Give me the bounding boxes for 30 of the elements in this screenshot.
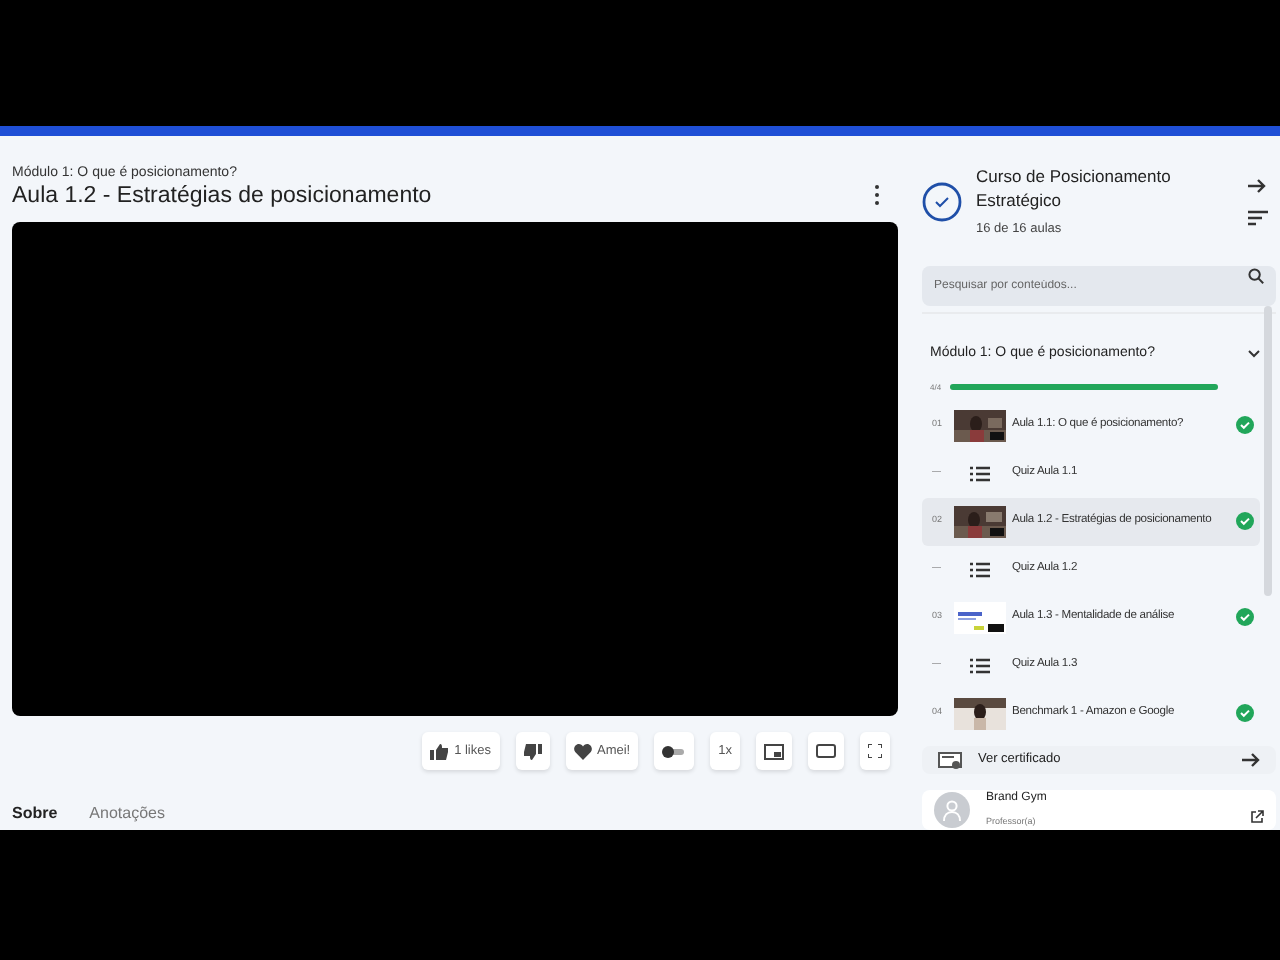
theater-mode-button[interactable] — [808, 732, 844, 770]
lesson-title: Aula 1.2 - Estratégias de posicionamento — [12, 182, 432, 210]
tab[interactable]: Anotações — [89, 802, 165, 824]
check-icon — [1236, 704, 1254, 723]
picture-in-picture-button[interactable] — [756, 732, 792, 770]
fullscreen-icon — [868, 744, 882, 758]
search-icon[interactable] — [1248, 267, 1264, 284]
tab[interactable]: Sobre — [12, 802, 58, 824]
theater-mode-icon — [816, 744, 836, 758]
more-options-icon[interactable] — [873, 184, 879, 207]
arrow-right-icon — [1242, 752, 1260, 768]
thumbs-up-icon — [430, 743, 449, 759]
sort-icon[interactable] — [1248, 209, 1268, 226]
arrow-right-icon[interactable] — [1248, 177, 1266, 194]
check-icon — [1236, 416, 1254, 435]
toggle-switch-icon — [662, 745, 687, 757]
heart-icon — [573, 743, 591, 759]
check-icon — [1236, 608, 1254, 627]
list-icon — [970, 657, 990, 674]
thumbs-down-icon — [523, 743, 541, 759]
check-icon — [1236, 512, 1254, 531]
course-title: Curso de Posicionamento Estratégico — [976, 164, 1173, 212]
list-icon — [970, 561, 990, 578]
fullscreen-button[interactable] — [860, 732, 890, 770]
thumbs-down-button[interactable] — [515, 732, 549, 770]
certificate-icon — [938, 751, 962, 769]
external-link-icon[interactable] — [1250, 810, 1264, 824]
picture-in-picture-icon — [764, 743, 784, 759]
autoplay-toggle[interactable] — [654, 732, 695, 770]
list-icon — [970, 465, 990, 482]
